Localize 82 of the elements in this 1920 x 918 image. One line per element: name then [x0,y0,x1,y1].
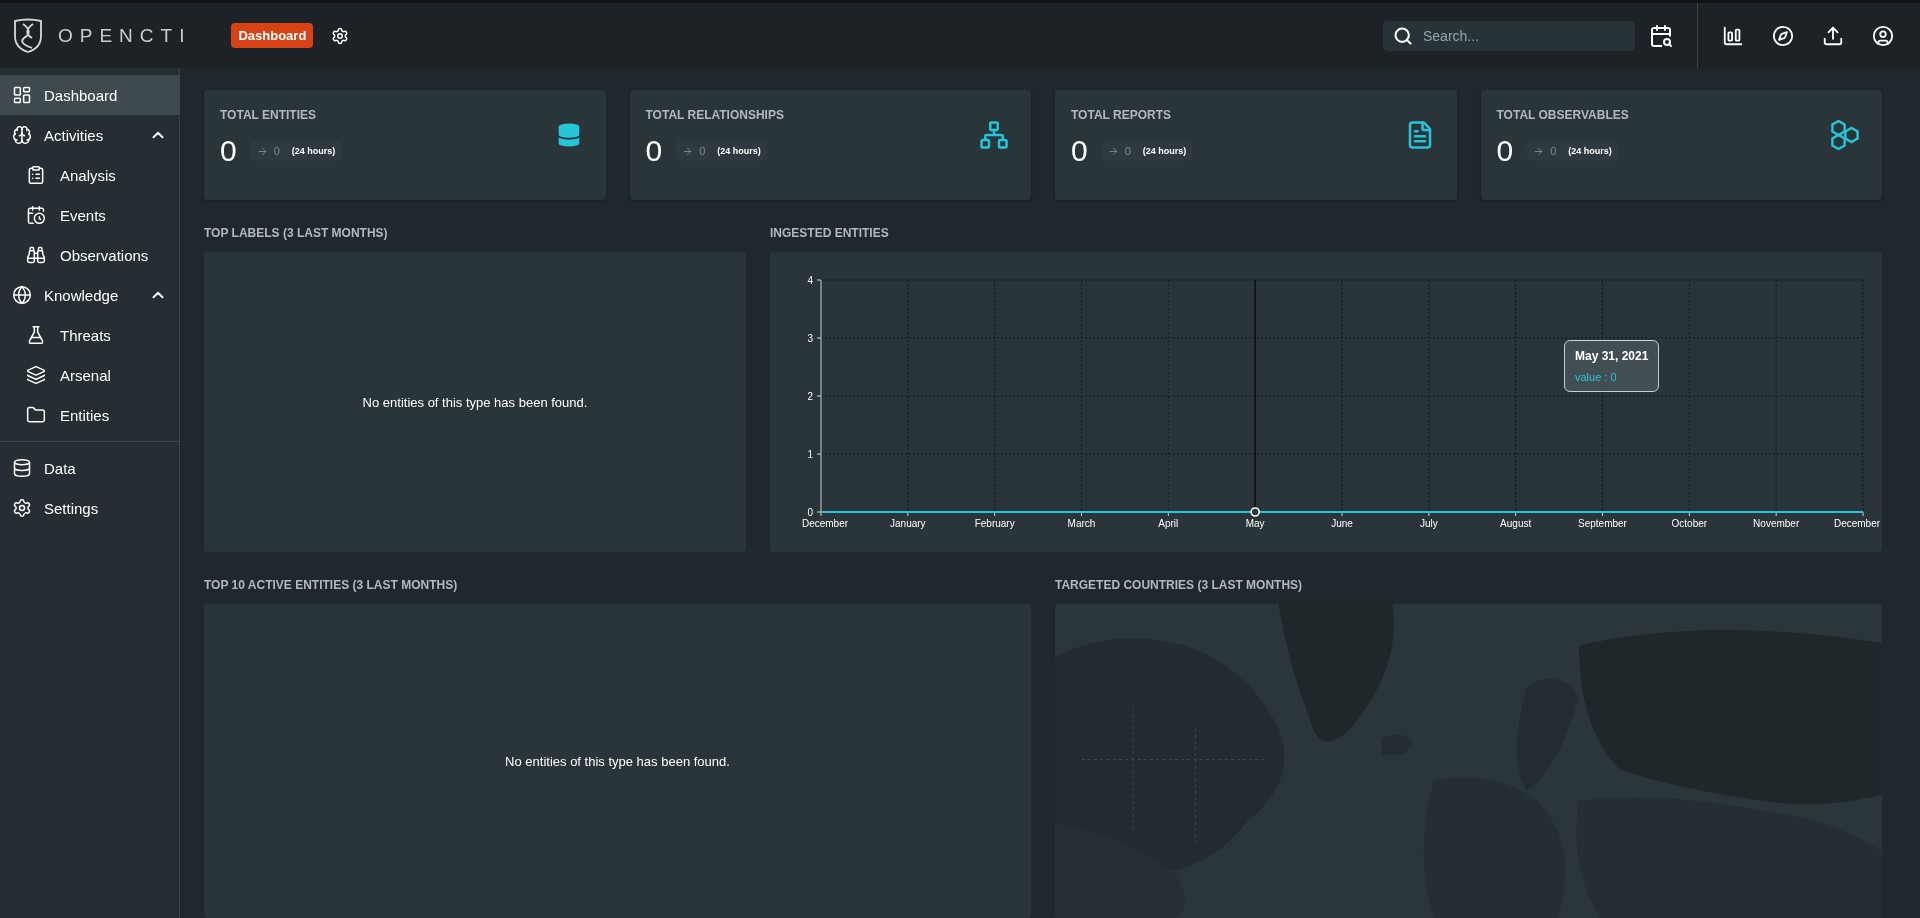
tooltip-value: value : 0 [1575,371,1618,383]
axis-label: 2 [807,391,813,402]
logo-text: OPENCTI [58,24,192,47]
binoculars-icon [26,245,46,265]
compass-icon[interactable] [1772,24,1794,47]
axis-label: May [1245,518,1265,529]
dashboard-icon [12,85,32,105]
page-badge: Dashboard [231,23,314,48]
delta-value: 0 [273,145,280,157]
delta-value: 0 [1550,145,1557,157]
flask-icon [26,325,46,345]
stat-title: TOTAL ENTITIES [220,108,317,122]
axis-label: 3 [807,333,813,344]
arrow-right-icon [682,145,694,157]
axis-label: November [1753,518,1800,529]
arrow-right-icon [1107,145,1119,157]
tooltip-date: May 31, 2021 [1575,349,1649,363]
axis-label: October [1671,518,1708,529]
stat-title: TOTAL REPORTS [1071,108,1172,122]
axis-label: 4 [807,275,813,286]
stat-title: TOTAL RELATIONSHIPS [645,108,785,122]
calendar-clock-icon [26,205,46,225]
nav-item[interactable]: Activities [0,115,179,155]
nav-item[interactable]: Entities [0,395,179,435]
delta-value: 0 [1124,145,1131,157]
nav-item[interactable]: Knowledge [0,275,179,315]
globe-icon [12,285,32,305]
axis-label: February [974,518,1015,529]
empty-message: No entities of this type has been found. [505,753,730,769]
section-title: TARGETED COUNTRIES (3 LAST MONTHS) [1055,578,1304,592]
upload-icon[interactable] [1822,24,1844,47]
delta-value: 0 [699,145,706,157]
axis-label: January [890,518,926,529]
search-field[interactable]: Search... [1383,20,1635,51]
logo-icon [12,17,44,54]
delta-period: (24 hours) [291,146,336,156]
axis-label: April [1158,518,1179,529]
axis-label: December [1833,518,1881,529]
stat-value: 0 [220,134,237,168]
network-icon [979,120,1009,150]
nav-item[interactable]: Settings [0,488,179,528]
nav-item[interactable]: Analysis [0,155,179,195]
stat-value: 0 [1071,134,1088,168]
arrow-right-icon [1533,145,1545,157]
data-point [1250,507,1260,517]
settings-icon[interactable] [331,26,350,45]
nav-item[interactable]: Arsenal [0,355,179,395]
axis-label: December [801,518,849,529]
axis-label: 1 [807,449,813,460]
delta-period: (24 hours) [1142,146,1187,156]
layers-icon [26,365,46,385]
axis-label: March [1067,518,1096,529]
calendar-search-icon[interactable] [1649,23,1673,48]
arrow-right-icon [256,145,268,157]
empty-message: No entities of this type has been found. [362,394,588,410]
stat-title: TOTAL OBSERVABLES [1496,108,1630,122]
axis-label: September [1578,518,1627,529]
settings-icon [12,498,32,518]
section-title: INGESTED ENTITIES [770,226,890,240]
nav-item[interactable]: Dashboard [0,75,179,115]
axis-label: August [1500,518,1532,529]
folder-icon [26,405,46,425]
nav-item[interactable]: Events [0,195,179,235]
delta-period: (24 hours) [717,146,761,156]
clipboard-icon [26,165,46,185]
bar-chart-icon[interactable] [1722,24,1744,47]
stat-value: 0 [1496,134,1514,168]
section-title: TOP 10 ACTIVE ENTITIES (3 LAST MONTHS) [204,578,459,592]
nav-item[interactable]: Observations [0,235,179,275]
axis-label: June [1331,518,1353,529]
nav-item[interactable]: Data [0,448,179,488]
brain-icon [12,125,32,145]
axis-label: 0 [807,507,813,518]
stat-value: 0 [645,134,663,168]
delta-period: (24 hours) [1568,146,1612,156]
search-icon [1393,25,1413,46]
axis-label: July [1419,518,1438,529]
section-title: TOP LABELS (3 LAST MONTHS) [204,226,389,240]
nav-item[interactable]: Threats [0,315,179,355]
database-icon [12,458,32,478]
hexagons-icon [1830,120,1860,150]
account-icon[interactable] [1872,24,1894,47]
